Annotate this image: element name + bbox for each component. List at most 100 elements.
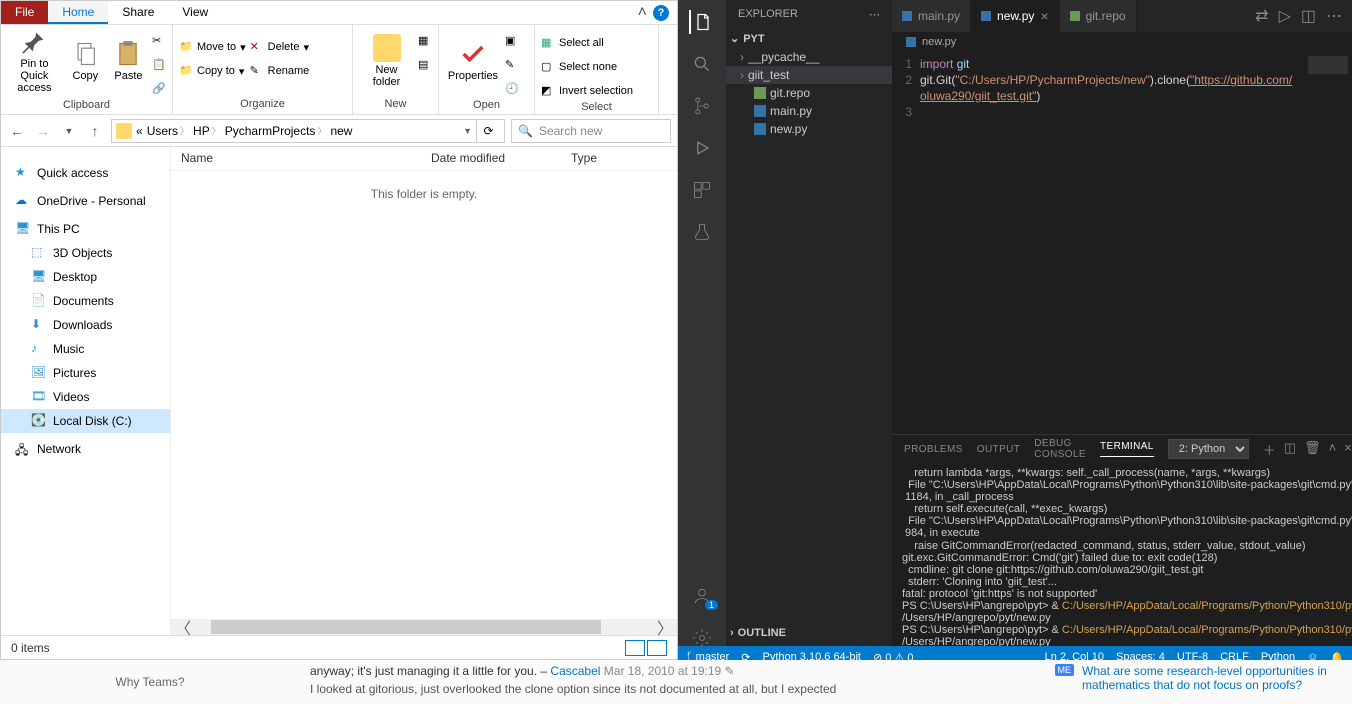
rename-button[interactable]: ✎Rename (250, 61, 310, 81)
breadcrumb-dropdown[interactable]: ▼ (463, 126, 472, 136)
crumb-users[interactable]: Users (147, 124, 178, 138)
tab-view[interactable]: View (168, 1, 222, 24)
close-panel-icon[interactable]: × (1344, 440, 1352, 459)
nav-downloads[interactable]: ⬇Downloads (1, 313, 170, 337)
nav-local-disk-c[interactable]: 💽Local Disk (C:) (1, 409, 170, 433)
history-button[interactable]: 🕘 (505, 79, 519, 99)
terminal-output[interactable]: return lambda *args, **kwargs: self._cal… (892, 463, 1352, 660)
cut-button[interactable]: ✂ (152, 31, 166, 51)
select-all-button[interactable]: ▦Select all (541, 33, 633, 53)
col-name[interactable]: Name (171, 147, 421, 170)
breadcrumb-box[interactable]: « Users〉 HP〉 PycharmProjects〉 new ▼ ⟳ (111, 119, 505, 143)
edit-icon[interactable]: ✎ (725, 664, 735, 678)
tab-main-py[interactable]: main.py (892, 0, 971, 32)
crumb-hp[interactable]: HP (193, 124, 210, 138)
sidebar-more-icon[interactable]: ⋯ (869, 8, 880, 21)
copy-button[interactable]: Copy (66, 27, 105, 95)
testing-icon[interactable] (690, 220, 714, 244)
split-editor-icon[interactable]: ◫ (1301, 6, 1316, 26)
tree-giit-test[interactable]: ›giit_test (726, 66, 892, 84)
col-type[interactable]: Type (561, 147, 607, 170)
split-terminal-icon[interactable]: ◫ (1284, 440, 1296, 459)
account-icon[interactable]: 1 (690, 584, 714, 608)
copy-to-button[interactable]: 📁Copy to ▾ (179, 61, 246, 81)
recent-dropdown[interactable]: ▼ (59, 121, 79, 141)
delete-button[interactable]: ✕Delete ▾ (250, 37, 310, 57)
kill-terminal-icon[interactable]: 🗑 (1304, 440, 1321, 459)
new-item-icon: ▦ (418, 34, 432, 48)
panel-terminal[interactable]: TERMINAL (1100, 441, 1154, 457)
folder-root[interactable]: ⌄PYT (726, 29, 892, 48)
nav-documents[interactable]: 📄Documents (1, 289, 170, 313)
extensions-icon[interactable] (690, 178, 714, 202)
paste-shortcut-button[interactable]: 🔗 (152, 79, 166, 99)
panel-problems[interactable]: PROBLEMS (904, 444, 963, 455)
move-to-button[interactable]: 📁Move to ▾ (179, 37, 246, 57)
back-button[interactable]: ← (7, 121, 27, 141)
nav-onedrive[interactable]: ☁OneDrive - Personal (1, 189, 170, 213)
related-question[interactable]: ME What are some research-level opportun… (1045, 660, 1352, 704)
new-item-button[interactable]: ▦ (418, 31, 432, 51)
up-button[interactable]: ↑ (85, 121, 105, 141)
select-none-button[interactable]: ▢Select none (541, 57, 633, 77)
debug-icon[interactable] (690, 136, 714, 160)
teams-widget[interactable]: Why Teams? (0, 660, 300, 704)
tree-main-py[interactable]: main.py (726, 102, 892, 120)
nav-videos[interactable]: 🎞Videos (1, 385, 170, 409)
nav-quick-access[interactable]: ★Quick access (1, 161, 170, 185)
nav-3d-objects[interactable]: ⬚3D Objects (1, 241, 170, 265)
forward-button[interactable]: → (33, 121, 53, 141)
tab-new-py[interactable]: new.py× (971, 0, 1060, 32)
paste-button[interactable]: Paste (109, 27, 148, 95)
easy-access-button[interactable]: ▤ (418, 55, 432, 75)
terminal-shell-select[interactable]: 2: Python (1168, 439, 1249, 459)
nav-pictures[interactable]: 🖼Pictures (1, 361, 170, 385)
tree-pycache[interactable]: ›__pycache__ (726, 48, 892, 66)
nav-this-pc[interactable]: 🖥This PC (1, 217, 170, 241)
tab-file[interactable]: File (1, 1, 48, 24)
col-date[interactable]: Date modified (421, 147, 561, 170)
nav-music[interactable]: ♪Music (1, 337, 170, 361)
tab-git-repo[interactable]: git.repo (1060, 0, 1137, 32)
crumb-new[interactable]: new (330, 124, 352, 138)
copy-path-button[interactable]: 📋 (152, 55, 166, 75)
minimap[interactable] (1308, 56, 1348, 74)
crumb-overflow[interactable]: « (136, 124, 143, 138)
outline-section[interactable]: ›OUTLINE (726, 624, 892, 642)
file-icon (1070, 11, 1080, 21)
invert-selection-button[interactable]: ◩Invert selection (541, 81, 633, 101)
help-icon[interactable]: ? (653, 5, 669, 21)
view-details-icon[interactable] (625, 640, 645, 656)
panel-output[interactable]: OUTPUT (977, 444, 1021, 455)
source-control-icon[interactable] (690, 94, 714, 118)
more-actions-icon[interactable]: ⋯ (1326, 6, 1342, 26)
tab-home[interactable]: Home (48, 1, 108, 24)
edit-button[interactable]: ✎ (505, 55, 519, 75)
search-icon[interactable] (690, 52, 714, 76)
explorer-icon[interactable] (689, 10, 713, 34)
refresh-button[interactable]: ⟳ (476, 119, 500, 143)
horizontal-scrollbar[interactable]: 〈〉 (171, 619, 677, 635)
ribbon-collapse-icon[interactable]: ˄ (638, 4, 647, 22)
maximize-panel-icon[interactable]: ˄ (1329, 440, 1337, 459)
so-user-link[interactable]: Cascabel (550, 664, 600, 678)
compare-icon[interactable]: ⇄ (1255, 6, 1268, 26)
tree-new-py[interactable]: new.py (726, 120, 892, 138)
code-editor[interactable]: 123 import git git.Git("C:/Users/HP/Pych… (892, 52, 1352, 434)
new-terminal-icon[interactable]: ＋ (1263, 440, 1276, 459)
tree-git-repo[interactable]: git.repo (726, 84, 892, 102)
pin-quick-access-button[interactable]: Pin to Quick access (7, 27, 62, 95)
search-input[interactable]: 🔍 Search new (511, 119, 671, 143)
open-button[interactable]: ▣ (505, 31, 519, 51)
run-icon[interactable]: ▷ (1279, 6, 1291, 26)
close-tab-icon[interactable]: × (1040, 8, 1048, 24)
nav-network[interactable]: 🖧Network (1, 437, 170, 461)
view-large-icon[interactable] (647, 640, 667, 656)
panel-debug[interactable]: DEBUG CONSOLE (1034, 438, 1086, 460)
properties-button[interactable]: Properties (445, 27, 501, 95)
nav-desktop[interactable]: 🖥Desktop (1, 265, 170, 289)
open-icon: ▣ (505, 34, 519, 48)
tab-share[interactable]: Share (108, 1, 168, 24)
new-folder-button[interactable]: New folder (359, 27, 414, 95)
crumb-pycharm[interactable]: PycharmProjects (225, 124, 316, 138)
